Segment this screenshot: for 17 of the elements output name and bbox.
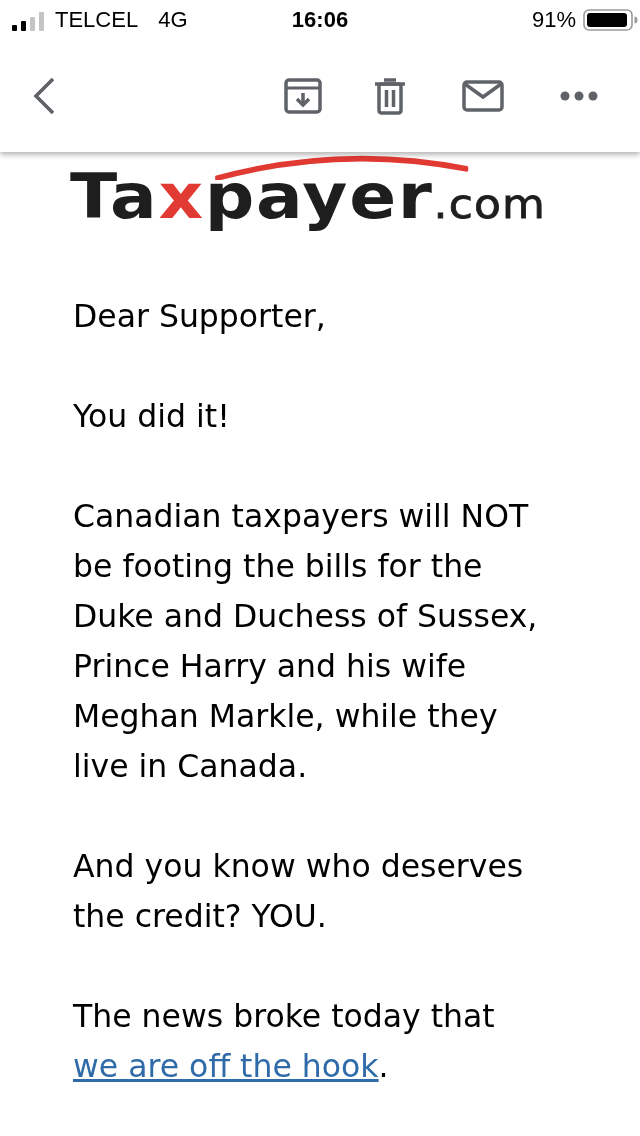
envelope-icon (462, 80, 504, 112)
battery-icon (583, 9, 638, 31)
trash-icon (374, 77, 406, 115)
signal-icon (12, 11, 45, 31)
email-paragraph: You did it! (73, 397, 231, 436)
clock-time: 16:06 (291, 7, 349, 33)
battery-percent: 91% (531, 7, 576, 33)
email-paragraph: And you know who deserves the credit? YOU. (73, 847, 525, 936)
email-paragraph: Canadian taxpayers will NOT be footing the bills for the Duke and Duchess of Sussex, Prince Harry and his wife Meghan Markle, while they live in Canada. (73, 497, 539, 786)
archive-icon (284, 78, 322, 114)
more-icon (560, 91, 598, 101)
email-paragraph: The news broke today that we are off the hook. (73, 997, 496, 1086)
email-paragraph: Dear Supporter, (73, 297, 327, 336)
carrier-name: TELCEL (55, 7, 139, 33)
back-icon (32, 77, 56, 115)
email-link[interactable]: we are off the hook (73, 1048, 379, 1084)
network-type: 4G (158, 7, 188, 33)
